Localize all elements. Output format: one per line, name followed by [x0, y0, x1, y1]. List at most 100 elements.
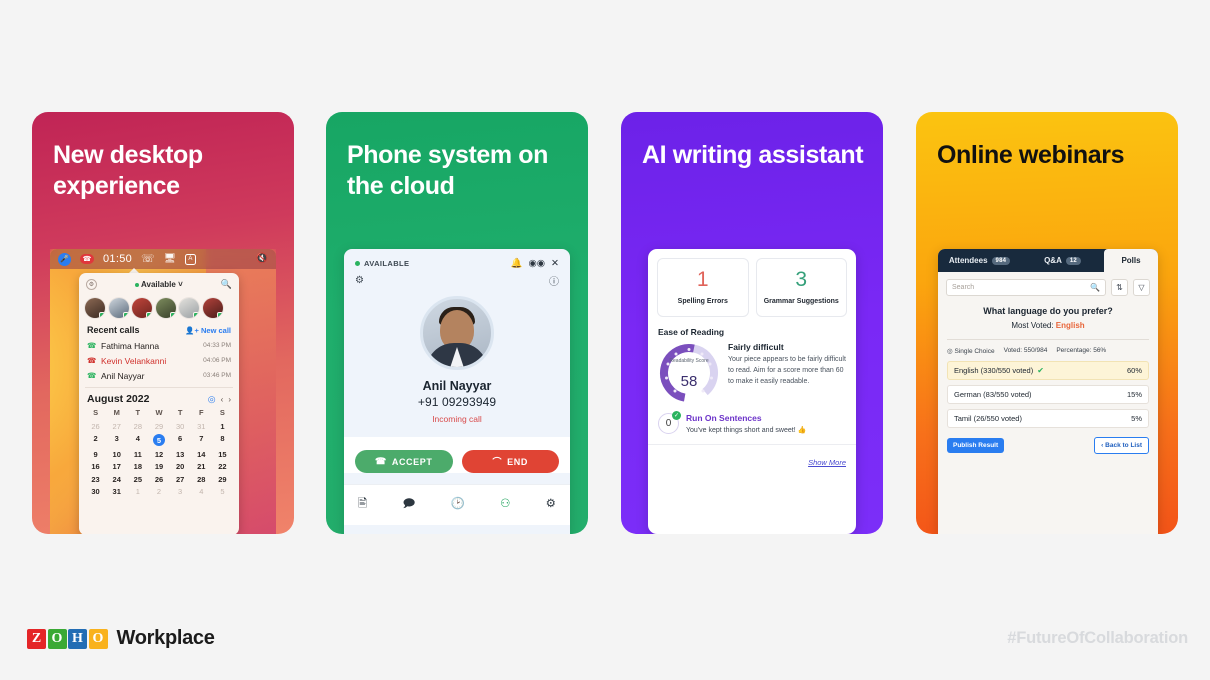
calendar-day[interactable]: 5 [148, 434, 169, 446]
calendar-day[interactable]: 6 [170, 434, 191, 446]
contacts-icon[interactable]: 🖹 [358, 496, 367, 515]
calendar-day[interactable]: 15 [212, 450, 233, 459]
tab-polls[interactable]: Polls [1104, 249, 1158, 272]
tab-qa[interactable]: Q&A 12 [1021, 249, 1104, 272]
tab-attendees[interactable]: Attendees 984 [938, 249, 1021, 272]
poll-option-row[interactable]: Tamil (26/550 voted) 5% [947, 409, 1149, 428]
calendar-day[interactable]: 2 [148, 487, 169, 496]
stat-card-grammar[interactable]: 3 Grammar Suggestions [755, 258, 847, 318]
new-call-button[interactable]: 👤+ New call [185, 326, 231, 335]
next-month-icon[interactable]: › [228, 395, 231, 404]
calendar-day[interactable]: 21 [191, 462, 212, 471]
stat-card-spelling[interactable]: 1 Spelling Errors [657, 258, 749, 318]
calendar-day[interactable]: 27 [170, 475, 191, 484]
cliq-icon[interactable]: ☏ [141, 253, 155, 265]
poll-option-row[interactable]: German (83/550 voted) 15% [947, 385, 1149, 404]
attendees-count-badge: 984 [991, 256, 1011, 265]
calendar-day[interactable]: 3 [170, 487, 191, 496]
today-target-icon[interactable]: ◎ [208, 394, 216, 405]
calendar-day[interactable]: 10 [106, 450, 127, 459]
avatar[interactable] [85, 298, 105, 318]
ease-of-reading-title: Ease of Reading [658, 327, 725, 338]
keyboard-language-icon[interactable]: A [184, 253, 196, 265]
voicemail-icon[interactable]: ◉◉ [528, 258, 545, 269]
calendar-day[interactable]: 5 [212, 487, 233, 496]
settings-icon[interactable]: ⚙ [86, 278, 97, 290]
prev-month-icon[interactable]: ‹ [221, 395, 224, 404]
calendar-day[interactable]: 31 [106, 487, 127, 496]
history-icon[interactable]: 🕑 [451, 496, 465, 515]
poll-option-row[interactable]: English (330/550 voted) ✔ 60% [947, 361, 1149, 380]
show-more-link[interactable]: Show More [808, 458, 846, 467]
back-to-list-button[interactable]: ‹ Back to List [1094, 437, 1149, 454]
avatar[interactable] [132, 298, 152, 318]
zia-writing-panel: 1 Spelling Errors 3 Grammar Suggestions … [648, 249, 856, 534]
mute-icon[interactable]: 🔇 [256, 254, 268, 264]
calendar-day[interactable]: 23 [85, 475, 106, 484]
calendar-day[interactable]: 25 [127, 475, 148, 484]
calendar-day[interactable]: 11 [127, 450, 148, 459]
avatar[interactable] [202, 298, 223, 318]
calendar-day[interactable]: 14 [191, 450, 212, 459]
calendar-day[interactable]: 29 [212, 475, 233, 484]
call-list-item[interactable]: ☎ Kevin Velankanni 04:06 PM [79, 353, 239, 368]
call-list-item[interactable]: ☎ Fathima Hanna 04:33 PM [79, 338, 239, 353]
dialpad-icon[interactable]: ⚇ [500, 496, 510, 515]
call-list-item[interactable]: ☎ Anil Nayyar 03:46 PM [79, 368, 239, 383]
readability-verdict: Fairly difficult Your piece appears to b… [728, 342, 846, 404]
calendar-day[interactable]: 27 [106, 422, 127, 431]
calendar-grid[interactable]: S M T W T F S 26 27 28 29 30 31 1 2 3 4 5 6 7 8 9 10 11 12 13 14 15… [79, 408, 239, 496]
calendar-day[interactable]: 17 [106, 462, 127, 471]
calendar-day[interactable]: 13 [170, 450, 191, 459]
calendar-day[interactable]: 16 [85, 462, 106, 471]
end-call-button[interactable]: ⌒ END [461, 450, 559, 473]
calendar-day[interactable]: 30 [170, 422, 191, 431]
availability-status[interactable]: AVAILABLE [355, 259, 505, 268]
calendar-day[interactable]: 12 [148, 450, 169, 459]
info-icon[interactable]: ⓘ [549, 273, 559, 288]
calendar-day[interactable]: 9 [85, 450, 106, 459]
run-on-sentences-row: 0 ✓ Run On Sentences You've kept things … [648, 404, 856, 435]
calendar-day[interactable]: 30 [85, 487, 106, 496]
calendar-day[interactable]: 28 [127, 422, 148, 431]
search-icon[interactable]: 🔍 [221, 279, 232, 290]
calendar-day[interactable]: 31 [191, 422, 212, 431]
status-badge[interactable]: Available ˅ [102, 280, 216, 289]
calendar-day[interactable]: 2 [85, 434, 106, 446]
hangup-icon[interactable]: ☎ [80, 254, 94, 264]
calendar-day[interactable]: 18 [127, 462, 148, 471]
avatar[interactable] [155, 298, 176, 318]
calendar-day[interactable]: 24 [106, 475, 127, 484]
calendar-dow: W [155, 408, 163, 417]
screen-share-icon[interactable]: 🖥 [164, 254, 176, 264]
messages-icon[interactable]: 🗩 [403, 496, 416, 515]
calendar-day[interactable]: 20 [170, 462, 191, 471]
calendar-day[interactable]: 19 [148, 462, 169, 471]
calendar-day[interactable]: 3 [106, 434, 127, 446]
microphone-icon[interactable]: 🎤 [58, 252, 71, 266]
settings-gear-icon[interactable]: ⚙ [355, 275, 364, 286]
sort-icon[interactable]: ⇅ [1111, 279, 1128, 296]
calendar-day[interactable]: 29 [148, 422, 169, 431]
calendar-day[interactable]: 7 [191, 434, 212, 446]
calendar-day[interactable]: 1 [212, 422, 233, 431]
search-input[interactable]: Search 🔍 [946, 279, 1106, 296]
accept-call-button[interactable]: ☎ ACCEPT [355, 450, 453, 473]
calendar-day[interactable]: 26 [85, 422, 106, 431]
filter-icon[interactable]: ▽ [1133, 279, 1150, 296]
avatar[interactable] [179, 298, 199, 318]
close-icon[interactable]: ✕ [551, 258, 559, 269]
calendar-day[interactable]: 4 [127, 434, 148, 446]
calendar-day[interactable]: 4 [191, 487, 212, 496]
search-icon[interactable]: 🔍 [1090, 283, 1100, 292]
calendar-day[interactable]: 8 [212, 434, 233, 446]
avatar[interactable] [108, 298, 129, 318]
bell-icon[interactable]: 🔔 [511, 258, 523, 269]
settings-icon[interactable]: ⚙ [546, 496, 556, 515]
calendar-day[interactable]: 28 [191, 475, 212, 484]
publish-result-button[interactable]: Publish Result [947, 438, 1005, 453]
calendar-day[interactable]: 1 [127, 487, 148, 496]
calendar-day[interactable]: 26 [148, 475, 169, 484]
poll-voted: Voted: 550/984 [1003, 347, 1048, 354]
calendar-day[interactable]: 22 [212, 462, 233, 471]
